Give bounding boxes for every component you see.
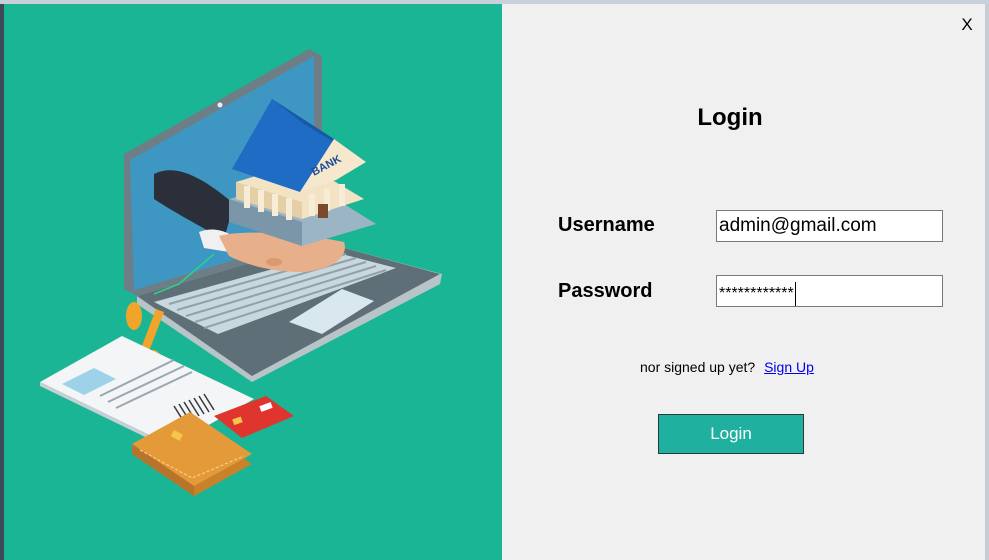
password-input[interactable]: ************: [716, 275, 943, 307]
window-right-border: [985, 4, 989, 560]
login-button[interactable]: Login: [658, 414, 804, 454]
username-input[interactable]: [716, 210, 943, 242]
signup-prompt-text: nor signed up yet?: [640, 359, 756, 375]
password-label: Password: [558, 280, 653, 302]
signup-link[interactable]: Sign Up: [764, 359, 814, 375]
illustration-panel: BANK: [4, 4, 502, 560]
close-button[interactable]: X: [956, 14, 978, 36]
online-banking-illustration: BANK: [40, 49, 442, 496]
text-caret: [794, 282, 796, 306]
page-title: Login: [697, 104, 763, 131]
password-masked-value: ************: [719, 285, 794, 303]
signup-prompt-row: nor signed up yet? Sign Up: [640, 359, 814, 375]
username-label: Username: [558, 214, 655, 236]
